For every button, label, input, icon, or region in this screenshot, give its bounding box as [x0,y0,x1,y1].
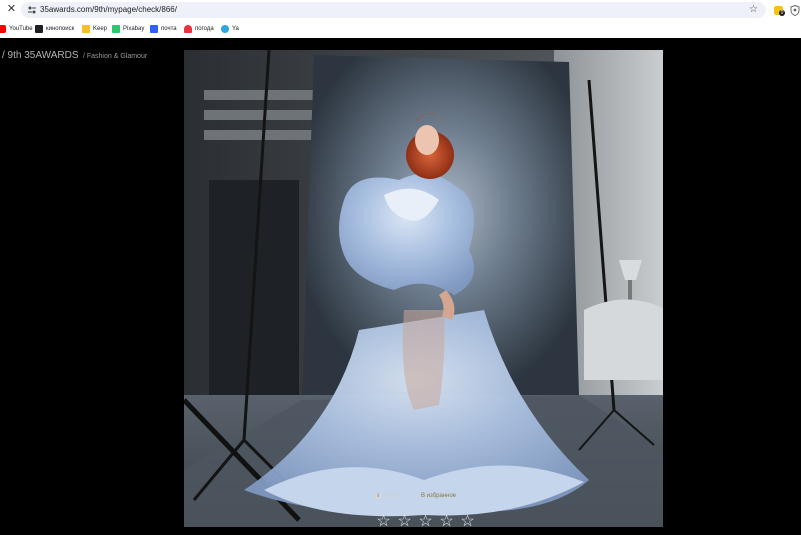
breadcrumb-contest[interactable]: / 9th 35AWARDS [2,50,79,61]
info-icon: i [375,493,381,499]
youtube-icon [0,24,6,33]
url-text[interactable]: 35awards.com/9th/mypage/check/866/ [40,4,177,16]
bookmark-ya[interactable]: Ya [221,23,239,34]
bookmark-youtube[interactable]: YouTube [0,23,33,34]
browser-chrome: ✕ 35awards.com/9th/mypage/check/866/ ☆ 0… [0,0,801,38]
favorite-link[interactable]: В избранное [421,493,456,499]
browser-toolbar: ✕ 35awards.com/9th/mypage/check/866/ ☆ 0 [0,0,801,20]
abuse-label: Abuse [383,493,401,499]
bookmark-label: погода [195,25,214,32]
keep-icon [82,24,90,33]
page-content: / 9th 35AWARDS / Fashion & Glamour i Abu… [0,38,801,535]
bookmark-label: Keep [93,25,108,32]
bookmarks-bar: YouTube кинопоиск Keep Pixabay почта пог… [0,21,801,36]
star-outline-icon[interactable]: ☆ [436,513,457,531]
kinopoisk-icon [35,24,43,33]
bookmark-weather[interactable]: погода [184,23,214,34]
bookmark-mail[interactable]: почта [150,23,177,34]
abuse-link[interactable]: i Abuse [375,493,400,499]
bookmark-label: Ya [232,25,239,32]
address-bar[interactable]: 35awards.com/9th/mypage/check/866/ ☆ [21,2,766,18]
star-outline-icon[interactable]: ☆ [415,513,436,531]
bookmark-keep[interactable]: Keep [82,23,107,34]
breadcrumb-category[interactable]: / Fashion & Glamour [83,53,147,60]
bookmark-label: Pixabay [123,25,145,32]
bookmark-label: кинопоиск [46,25,75,32]
bookmark-kinopoisk[interactable]: кинопоиск [35,23,74,34]
bookmark-label: YouTube [9,25,33,32]
breadcrumb: / 9th 35AWARDS / Fashion & Glamour [2,45,147,63]
star-outline-icon[interactable]: ☆ [394,513,415,531]
site-info-icon[interactable] [27,5,37,15]
extension-badge: 0 [779,10,785,16]
bookmark-label: почта [161,25,177,32]
shield-icon[interactable] [790,5,800,16]
weather-icon [184,24,192,33]
mail-icon [150,24,158,33]
star-rating[interactable]: ☆ ☆ ☆ ☆ ☆ [373,513,478,531]
ya-icon [221,24,229,33]
photo-illustration [184,50,663,527]
photo-image[interactable] [184,50,663,527]
pixabay-icon [112,24,120,33]
star-outline-icon[interactable]: ☆ [457,513,478,531]
close-icon[interactable]: ✕ [6,4,17,15]
bookmark-pixabay[interactable]: Pixabay [112,23,144,34]
star-outline-icon[interactable]: ☆ [373,513,394,531]
star-icon[interactable]: ☆ [749,3,758,17]
